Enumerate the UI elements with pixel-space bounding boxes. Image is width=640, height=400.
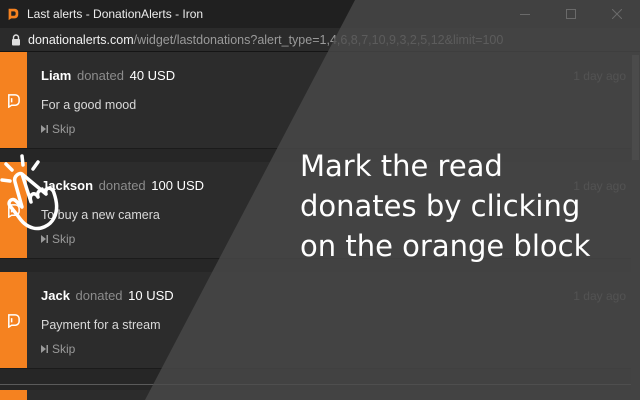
window-controls (502, 0, 640, 28)
skip-button[interactable]: Skip (41, 122, 75, 136)
donationalerts-logo-icon (8, 93, 20, 108)
lock-icon (12, 33, 20, 45)
title-bar: Last alerts - DonationAlerts - Iron (0, 0, 640, 28)
close-button[interactable] (594, 0, 640, 28)
donation-time: 1 day ago (573, 179, 626, 193)
donation-amount: 100 USD (151, 178, 205, 193)
maximize-icon (566, 9, 576, 19)
skip-icon (41, 235, 48, 243)
donation-message: To buy a new camera (41, 208, 160, 222)
donation-amount: 40 USD (129, 68, 176, 83)
donation-card: Liam donated 40 USD 1 day ago For a good… (0, 52, 631, 149)
donation-time: 1 day ago (573, 289, 626, 303)
donationalerts-logo-icon (8, 313, 20, 328)
donation-amount: 10 USD (128, 288, 174, 303)
url-host: donationalerts.com (28, 32, 134, 47)
donation-header: Jackson donated 100 USD (41, 178, 204, 193)
minimize-icon (520, 14, 530, 15)
donor-name: Jackson (41, 178, 94, 193)
donated-label: donated (98, 178, 146, 193)
donation-message: For a good mood (41, 98, 137, 112)
donationalerts-logo-icon (8, 8, 19, 21)
address-bar[interactable]: donationalerts.com/widget/lastdonations?… (0, 28, 640, 52)
donor-name: Liam (41, 68, 72, 83)
mark-read-block[interactable] (0, 272, 27, 368)
mark-read-block[interactable] (0, 52, 27, 148)
donation-time: 1 day ago (573, 69, 626, 83)
window-title: Last alerts - DonationAlerts - Iron (27, 7, 204, 21)
donation-card: Jackson donated 100 USD 1 day ago To buy… (0, 162, 631, 259)
skip-label: Skip (52, 232, 76, 246)
skip-icon (41, 125, 48, 133)
donationalerts-logo-icon (8, 203, 20, 218)
scrollbar-thumb[interactable] (632, 55, 639, 160)
close-icon (612, 9, 622, 19)
url-text[interactable]: donationalerts.com/widget/lastdonations?… (28, 33, 503, 47)
donation-card: Jack donated 10 USD 1 day ago Payment fo… (0, 272, 631, 369)
maximize-button[interactable] (548, 0, 594, 28)
divider (0, 384, 631, 385)
donation-message: Payment for a stream (41, 318, 161, 332)
mark-read-block[interactable] (0, 390, 27, 400)
donation-header: Jack donated 10 USD (41, 288, 174, 303)
donated-label: donated (76, 68, 124, 83)
donation-header: Liam donated 40 USD (41, 68, 175, 83)
skip-button[interactable]: Skip (41, 232, 75, 246)
minimize-button[interactable] (502, 0, 548, 28)
donated-label: donated (75, 288, 123, 303)
skip-button[interactable]: Skip (41, 342, 75, 356)
scrollbar[interactable] (631, 52, 640, 400)
donation-card-partial (0, 390, 631, 400)
donor-name: Jack (41, 288, 70, 303)
donation-feed: Liam donated 40 USD 1 day ago For a good… (0, 52, 640, 400)
skip-label: Skip (52, 342, 76, 356)
url-path: /widget/lastdonations?alert_type=1,4,6,8… (133, 32, 504, 47)
mark-read-block[interactable] (0, 162, 27, 258)
skip-icon (41, 345, 48, 353)
skip-label: Skip (52, 122, 76, 136)
